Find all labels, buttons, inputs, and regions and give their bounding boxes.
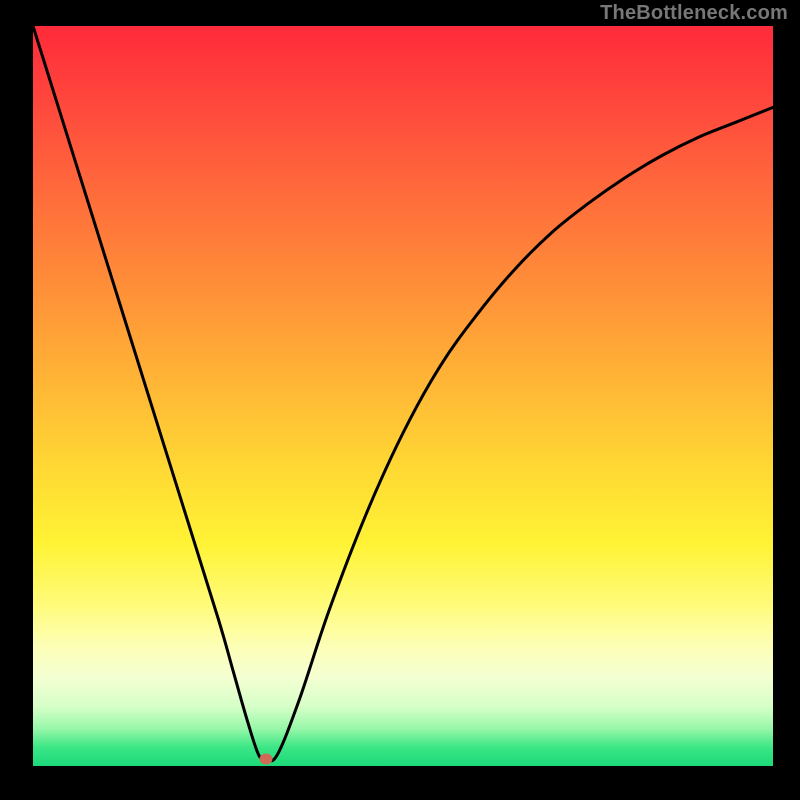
plot-area — [33, 26, 773, 766]
bottleneck-curve-path — [33, 26, 773, 761]
chart-container: TheBottleneck.com — [0, 0, 800, 800]
curve-svg — [33, 26, 773, 766]
minimum-marker — [260, 753, 273, 764]
watermark-text: TheBottleneck.com — [600, 2, 788, 25]
